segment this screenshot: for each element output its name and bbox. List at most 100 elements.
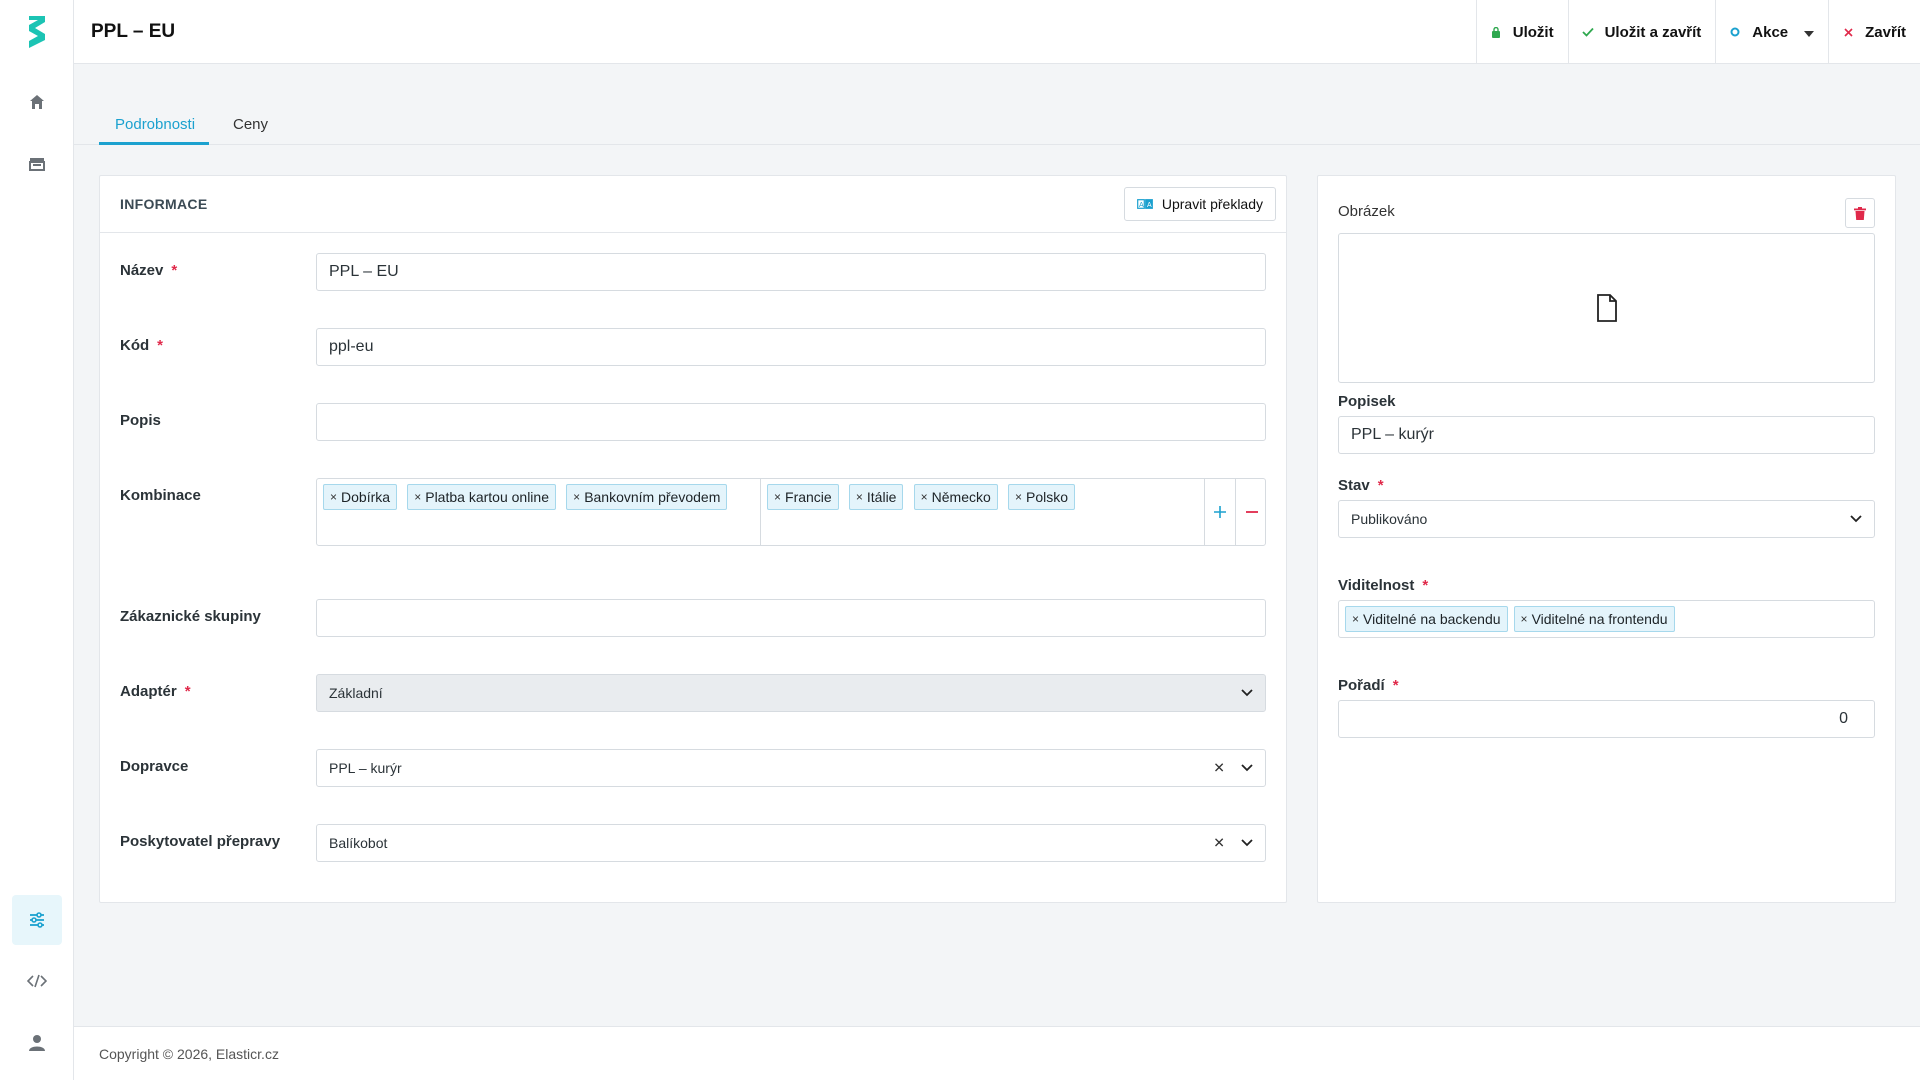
code-label: Kód *	[120, 337, 163, 354]
combinations-field: × Dobírka × Platba kartou online × Bankovní…	[316, 478, 1266, 546]
required-mark: *	[1422, 577, 1429, 594]
adapter-label-text: Adaptér	[120, 683, 177, 700]
remove-tag-icon[interactable]: ×	[1015, 490, 1022, 504]
svg-text:A: A	[1147, 202, 1152, 209]
remove-tag-icon[interactable]: ×	[573, 490, 580, 504]
sidebar-item-settings[interactable]	[12, 895, 62, 945]
remove-tag-icon[interactable]: ×	[1521, 612, 1528, 626]
clear-icon[interactable]: ✕	[1213, 835, 1225, 852]
status-label-text: Stav	[1338, 477, 1370, 494]
trash-icon	[1854, 206, 1866, 220]
chevron-down-icon	[1241, 764, 1253, 772]
name-label: Název *	[120, 262, 177, 279]
shipping-provider-label: Poskytovatel přepravy	[120, 833, 281, 850]
name-input[interactable]: PPL – EU	[316, 253, 1266, 291]
delete-image-button[interactable]	[1845, 198, 1875, 228]
carrier-label: Dopravce	[120, 758, 189, 775]
save-close-button[interactable]: Uložit a zavřít	[1567, 0, 1716, 64]
code-label-text: Kód	[120, 337, 150, 354]
description-input[interactable]	[316, 403, 1266, 441]
tag-payment[interactable]: × Platba kartou online	[407, 484, 556, 510]
order-label-text: Pořadí	[1338, 677, 1385, 694]
remove-tag-icon[interactable]: ×	[856, 490, 863, 504]
save-label: Uložit	[1512, 23, 1554, 41]
name-label-text: Název	[120, 262, 164, 279]
user-icon	[29, 1035, 45, 1051]
adapter-label: Adaptér *	[120, 683, 191, 700]
description-label: Popis	[120, 412, 161, 429]
tag-country[interactable]: × Francie	[767, 484, 839, 510]
save-button[interactable]: Uložit	[1475, 0, 1568, 64]
caret-down-icon	[1804, 24, 1815, 41]
required-mark: *	[171, 262, 178, 279]
tag-visibility[interactable]: × Viditelné na frontendu	[1513, 606, 1675, 632]
status-value: Publikováno	[1351, 511, 1428, 527]
carrier-select[interactable]: PPL – kurýr ✕	[316, 749, 1266, 787]
tag-visibility[interactable]: × Viditelné na backendu	[1345, 606, 1508, 632]
remove-tag-icon[interactable]: ×	[330, 490, 337, 504]
sidebar-item-user[interactable]	[12, 1018, 62, 1068]
tag-country[interactable]: × Polsko	[1007, 484, 1076, 510]
tag-country[interactable]: × Itálie	[848, 484, 904, 510]
tab-prices[interactable]: Ceny	[217, 106, 284, 145]
customer-groups-select[interactable]	[316, 599, 1266, 637]
caption-input[interactable]: PPL – kurýr	[1338, 416, 1875, 454]
shipping-provider-select[interactable]: Balíkobot ✕	[316, 824, 1266, 862]
visibility-select[interactable]: × Viditelné na backendu × Viditelné na fro…	[1338, 600, 1875, 638]
store-icon	[29, 158, 45, 171]
tag-label: Dobírka	[341, 489, 391, 505]
sidebar-item-home[interactable]	[12, 77, 62, 127]
tag-payment[interactable]: × Dobírka	[323, 484, 398, 510]
save-close-label: Uložit a zavřít	[1604, 23, 1702, 41]
remove-tag-icon[interactable]: ×	[921, 490, 928, 504]
image-dropzone[interactable]	[1338, 233, 1875, 383]
tag-label: Viditelné na backendu	[1363, 611, 1501, 627]
sidebar	[0, 0, 74, 1080]
carrier-value: PPL – kurýr	[329, 760, 402, 776]
close-button[interactable]: Zavřít	[1828, 0, 1920, 64]
combinations-label: Kombinace	[120, 487, 201, 504]
shipping-provider-value: Balíkobot	[329, 835, 388, 851]
adapter-select[interactable]: Základní	[316, 674, 1266, 712]
tag-label: Platba kartou online	[425, 489, 549, 505]
edit-translations-button[interactable]: AA Upravit překlady	[1123, 187, 1276, 221]
app-logo[interactable]	[0, 0, 74, 64]
logo-icon	[29, 16, 45, 48]
add-combination-button[interactable]	[1205, 479, 1236, 545]
tag-country[interactable]: × Německo	[913, 484, 998, 510]
actions-label: Akce	[1752, 23, 1789, 41]
visibility-label-text: Viditelnost	[1338, 577, 1415, 594]
remove-tag-icon[interactable]: ×	[774, 490, 781, 504]
image-label: Obrázek	[1338, 203, 1395, 220]
required-mark: *	[184, 683, 191, 700]
status-select[interactable]: Publikováno	[1338, 500, 1875, 538]
visibility-label: Viditelnost *	[1338, 577, 1428, 594]
actions-dropdown[interactable]: Akce	[1715, 0, 1828, 64]
customer-groups-label: Zákaznické skupiny	[120, 608, 261, 625]
tab-details[interactable]: Podrobnosti	[99, 106, 209, 145]
order-label: Pořadí *	[1338, 677, 1399, 694]
minus-icon	[1245, 511, 1258, 513]
remove-tag-icon[interactable]: ×	[414, 490, 421, 504]
payment-methods-select[interactable]: × Dobírka × Platba kartou online × Bankovní…	[317, 479, 761, 545]
sidebar-item-developer[interactable]	[12, 956, 62, 1006]
circle-icon	[1728, 27, 1742, 37]
footer: Copyright © 2026, Elasticr.cz	[74, 1026, 1920, 1080]
remove-tag-icon[interactable]: ×	[1352, 612, 1359, 626]
required-mark: *	[1392, 677, 1399, 694]
tag-payment[interactable]: × Bankovním převodem	[566, 484, 728, 510]
card-header: INFORMACE AA Upravit překlady	[100, 176, 1286, 233]
toolbar: Uložit Uložit a zavřít Akce Zavřít	[1475, 0, 1920, 64]
caption-label: Popisek	[1338, 393, 1396, 410]
code-input[interactable]: ppl-eu	[316, 328, 1266, 366]
remove-combination-button[interactable]	[1236, 479, 1267, 545]
tag-label: Polsko	[1025, 489, 1069, 505]
sliders-icon	[30, 912, 44, 928]
tabs: Podrobnosti Ceny	[74, 64, 1920, 145]
required-mark: *	[157, 337, 164, 354]
close-icon	[1841, 27, 1855, 37]
order-input[interactable]: 0	[1338, 700, 1875, 738]
countries-select[interactable]: × Francie × Itálie × Německo × Polsko	[761, 479, 1205, 545]
clear-icon[interactable]: ✕	[1213, 760, 1225, 777]
sidebar-item-store[interactable]	[12, 139, 62, 189]
